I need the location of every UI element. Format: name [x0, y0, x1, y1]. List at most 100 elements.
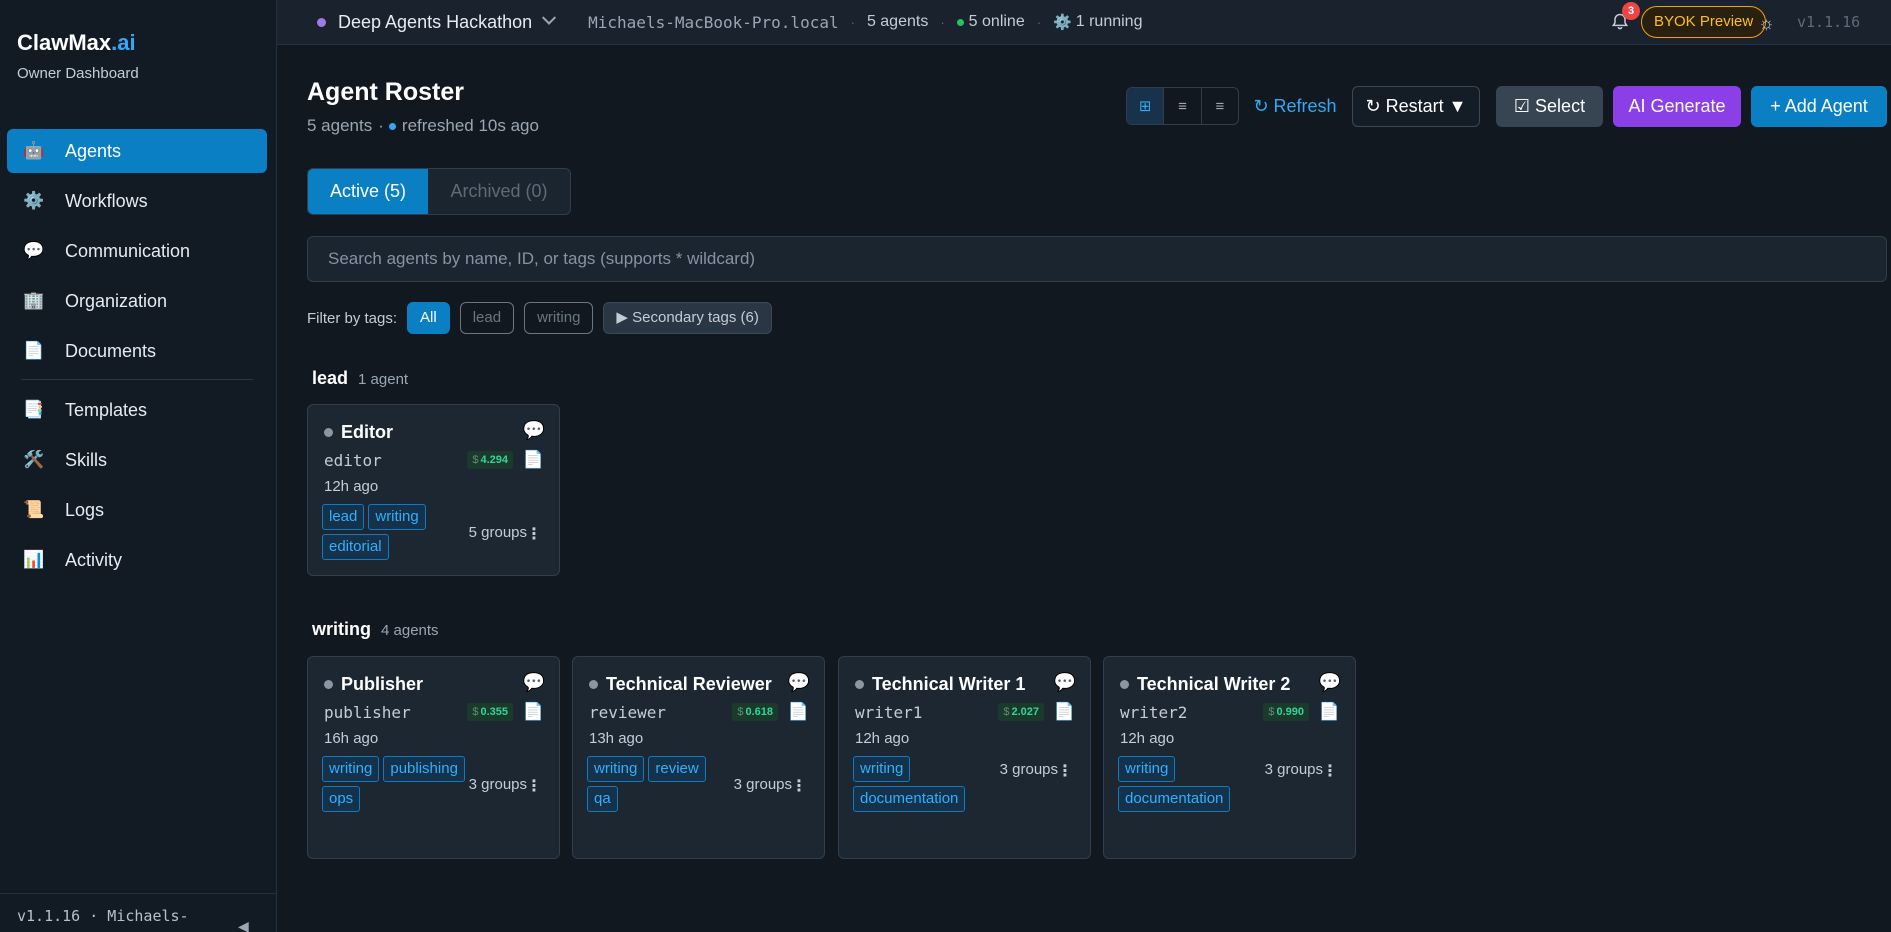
more-options-icon[interactable]: ⋮ — [526, 776, 542, 796]
tab-archived[interactable]: Archived (0) — [428, 169, 570, 214]
group-count: 4 agents — [381, 622, 439, 639]
sidebar-item-organization[interactable]: 🏢 Organization — [7, 279, 267, 323]
brand-tld: .ai — [111, 30, 136, 55]
grid-view-button[interactable]: ⊞ — [1127, 88, 1165, 124]
agent-name[interactable]: Technical Reviewer — [589, 674, 772, 695]
agent-card[interactable]: Publisher 💬 publisher $0.355 📄 16h ago writing… — [307, 656, 560, 859]
bar-chart-icon: 📊 — [23, 550, 45, 569]
add-agent-button[interactable]: + Add Agent — [1751, 86, 1887, 127]
agent-tag[interactable]: publishing — [383, 756, 465, 782]
agent-status-dot — [855, 680, 864, 689]
agent-tags: writing documentation — [1118, 756, 1268, 816]
agent-cost-badge: $0.990 — [1263, 703, 1309, 721]
sidebar-item-templates[interactable]: 📑 Templates — [7, 388, 267, 432]
document-icon[interactable]: 📄 — [523, 450, 544, 470]
version-label: v1.1.16 — [1797, 13, 1861, 31]
agent-name[interactable]: Editor — [324, 422, 393, 443]
agent-tag[interactable]: writing — [368, 504, 426, 530]
agent-card[interactable]: Technical Writer 1 💬 writer1 $2.027 📄 12h ago… — [838, 656, 1091, 859]
agent-card[interactable]: Technical Reviewer 💬 reviewer $0.618 📄 13h ag… — [572, 656, 825, 859]
chat-bubble-icon[interactable]: 💬 — [523, 672, 545, 693]
chat-bubble-icon[interactable]: 💬 — [523, 420, 545, 441]
agent-tag[interactable]: writing — [853, 756, 911, 782]
agent-tag[interactable]: ops — [322, 786, 361, 812]
agent-name[interactable]: Publisher — [324, 674, 423, 695]
chat-bubble-icon[interactable]: 💬 — [1319, 672, 1341, 693]
document-icon[interactable]: 📄 — [788, 702, 809, 722]
workspace-status-dot — [317, 17, 326, 27]
collapse-sidebar-icon[interactable]: ◀ — [238, 918, 249, 932]
list-view-button[interactable]: ≡ — [1164, 88, 1202, 124]
filter-chip-writing[interactable]: writing — [524, 302, 594, 334]
agent-last-active: 16h ago — [324, 730, 379, 747]
more-options-icon[interactable]: ⋮ — [1057, 761, 1073, 781]
sidebar-item-activity[interactable]: 📊 Activity — [7, 538, 267, 582]
agent-card[interactable]: Technical Writer 2 💬 writer2 $0.990 📄 12h ago… — [1103, 656, 1356, 859]
agent-tags: writing review qa — [587, 756, 737, 816]
sidebar-item-logs[interactable]: 📜 Logs — [7, 488, 267, 532]
agent-last-active: 13h ago — [589, 730, 644, 747]
sidebar-item-workflows[interactable]: ⚙️ Workflows — [7, 179, 267, 223]
template-icon: 📑 — [23, 400, 45, 419]
agent-groups-count[interactable]: 5 groups — [469, 524, 527, 541]
sidebar-item-agents[interactable]: 🤖 Agents — [7, 129, 267, 173]
sidebar-footer-version: v1.1.16 · Michaels- — [17, 907, 189, 925]
ai-generate-button[interactable]: AI Generate — [1613, 86, 1741, 127]
agent-tag[interactable]: editorial — [322, 534, 389, 560]
notification-badge[interactable]: 3 — [1622, 2, 1640, 20]
chat-bubble-icon[interactable]: 💬 — [1054, 672, 1076, 693]
filter-chip-all[interactable]: All — [407, 302, 450, 334]
agent-tag[interactable]: documentation — [1118, 786, 1231, 812]
agent-cost-badge: $4.294 — [467, 451, 513, 469]
sidebar-item-label: Activity — [65, 549, 123, 570]
agent-groups-count[interactable]: 3 groups — [1265, 761, 1323, 778]
agent-card[interactable]: Editor 💬 editor $4.294 📄 12h ago lead writing ed… — [307, 404, 560, 576]
theme-toggle-icon[interactable]: ☼ — [1758, 13, 1775, 34]
more-options-icon[interactable]: ⋮ — [1322, 761, 1338, 781]
chat-bubble-icon[interactable]: 💬 — [788, 672, 810, 693]
agent-tag[interactable]: documentation — [853, 786, 966, 812]
agent-name[interactable]: Technical Writer 2 — [1120, 674, 1290, 695]
agent-tag[interactable]: lead — [322, 504, 365, 530]
agent-name[interactable]: Technical Writer 1 — [855, 674, 1025, 695]
refresh-button[interactable]: ↻ Refresh — [1250, 86, 1340, 127]
document-icon[interactable]: 📄 — [1319, 702, 1340, 722]
speech-bubble-icon: 💬 — [23, 241, 45, 260]
agent-groups-count[interactable]: 3 groups — [1000, 761, 1058, 778]
compact-view-button[interactable]: ≡ — [1202, 88, 1238, 124]
agent-tag[interactable]: review — [648, 756, 706, 782]
agent-groups-count[interactable]: 3 groups — [469, 776, 527, 793]
search-input[interactable] — [307, 236, 1887, 282]
sidebar-item-communication[interactable]: 💬 Communication — [7, 229, 267, 273]
workspace-selector[interactable]: Deep Agents Hackathon — [338, 12, 532, 33]
refreshed-label: refreshed 10s ago — [401, 116, 539, 135]
agent-tag[interactable]: writing — [587, 756, 645, 782]
sidebar-item-skills[interactable]: 🛠️ Skills — [7, 438, 267, 482]
online-dot — [956, 18, 964, 26]
agent-id: writer1 — [855, 703, 923, 722]
chevron-down-icon[interactable] — [542, 10, 557, 25]
secondary-tags-toggle[interactable]: ▶ Secondary tags (6) — [603, 302, 772, 334]
agent-tag[interactable]: qa — [587, 786, 618, 812]
more-options-icon[interactable]: ⋮ — [526, 524, 542, 544]
agent-groups-count[interactable]: 3 groups — [734, 776, 792, 793]
agent-tag[interactable]: writing — [322, 756, 380, 782]
group-count: 1 agent — [358, 371, 409, 388]
sidebar-nav: 🤖 Agents ⚙️ Workflows 💬 Communication 🏢 Organiz… — [7, 129, 267, 588]
document-icon[interactable]: 📄 — [523, 702, 544, 722]
byok-preview-button[interactable]: BYOK Preview — [1641, 6, 1767, 38]
brand-logo[interactable]: ClawMax.ai — [17, 30, 136, 56]
sidebar-item-documents[interactable]: 📄 Documents — [7, 329, 267, 373]
separator-dot: · — [850, 14, 855, 30]
more-options-icon[interactable]: ⋮ — [791, 776, 807, 796]
agent-cost-badge: $2.027 — [998, 703, 1044, 721]
select-button[interactable]: ☑ Select — [1496, 86, 1603, 127]
document-icon[interactable]: 📄 — [1054, 702, 1075, 722]
agent-tag[interactable]: writing — [1118, 756, 1176, 782]
agent-id: editor — [324, 451, 382, 470]
tab-active[interactable]: Active (5) — [308, 169, 428, 214]
filter-chip-lead[interactable]: lead — [459, 302, 515, 334]
agent-name-text: Editor — [341, 422, 393, 442]
restart-dropdown-button[interactable]: ↻ Restart ▼ — [1352, 86, 1480, 127]
sidebar-footer-divider — [0, 893, 277, 894]
